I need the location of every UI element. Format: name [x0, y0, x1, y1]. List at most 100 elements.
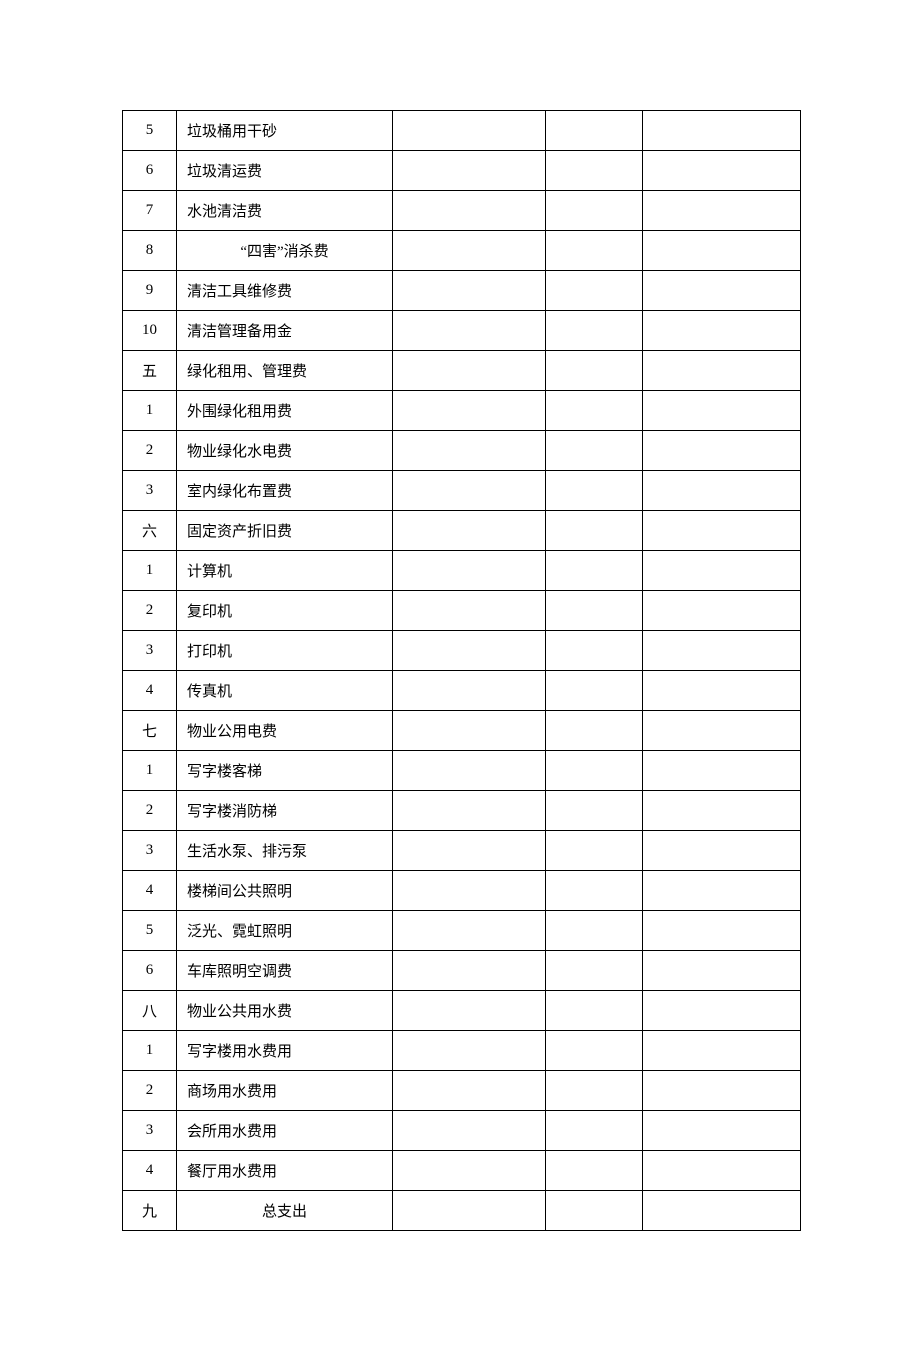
row-value-1 — [393, 751, 546, 791]
row-value-1 — [393, 351, 546, 391]
row-value-1 — [393, 231, 546, 271]
row-item-name: 外围绿化租用费 — [177, 391, 393, 431]
row-value-3 — [643, 151, 801, 191]
row-value-1 — [393, 191, 546, 231]
row-value-1 — [393, 391, 546, 431]
row-item-name: 计算机 — [177, 551, 393, 591]
table-row: 八物业公共用水费 — [123, 991, 801, 1031]
row-number: 2 — [123, 431, 177, 471]
table-row: 六固定资产折旧费 — [123, 511, 801, 551]
row-value-3 — [643, 631, 801, 671]
row-number: 1 — [123, 551, 177, 591]
row-value-2 — [546, 1151, 643, 1191]
row-number: 2 — [123, 591, 177, 631]
row-value-2 — [546, 431, 643, 471]
row-value-1 — [393, 1071, 546, 1111]
row-value-1 — [393, 791, 546, 831]
row-item-name: 复印机 — [177, 591, 393, 631]
table-row: 2物业绿化水电费 — [123, 431, 801, 471]
table-row: 3会所用水费用 — [123, 1111, 801, 1151]
row-value-3 — [643, 1151, 801, 1191]
row-value-2 — [546, 311, 643, 351]
row-value-3 — [643, 511, 801, 551]
row-value-1 — [393, 1191, 546, 1231]
row-value-1 — [393, 671, 546, 711]
row-item-name: 物业公共用水费 — [177, 991, 393, 1031]
row-value-3 — [643, 791, 801, 831]
row-value-2 — [546, 1031, 643, 1071]
row-value-3 — [643, 1071, 801, 1111]
row-item-name: 物业公用电费 — [177, 711, 393, 751]
row-value-3 — [643, 1031, 801, 1071]
row-item-name: 清洁管理备用金 — [177, 311, 393, 351]
row-number: 八 — [123, 991, 177, 1031]
table-row: 5泛光、霓虹照明 — [123, 911, 801, 951]
row-value-2 — [546, 1111, 643, 1151]
row-value-1 — [393, 591, 546, 631]
row-value-2 — [546, 751, 643, 791]
row-item-name: 生活水泵、排污泵 — [177, 831, 393, 871]
row-value-2 — [546, 151, 643, 191]
row-value-2 — [546, 391, 643, 431]
table-row: 10清洁管理备用金 — [123, 311, 801, 351]
row-item-name: 泛光、霓虹照明 — [177, 911, 393, 951]
table-row: 1写字楼用水费用 — [123, 1031, 801, 1071]
row-value-3 — [643, 711, 801, 751]
row-item-name: 传真机 — [177, 671, 393, 711]
row-item-name: 写字楼用水费用 — [177, 1031, 393, 1071]
row-value-3 — [643, 751, 801, 791]
row-value-1 — [393, 311, 546, 351]
row-value-1 — [393, 711, 546, 751]
row-value-1 — [393, 631, 546, 671]
row-item-name: 写字楼客梯 — [177, 751, 393, 791]
row-item-name: 餐厅用水费用 — [177, 1151, 393, 1191]
row-value-2 — [546, 951, 643, 991]
row-value-3 — [643, 391, 801, 431]
row-value-3 — [643, 471, 801, 511]
table-row: 4餐厅用水费用 — [123, 1151, 801, 1191]
row-item-name: 绿化租用、管理费 — [177, 351, 393, 391]
table-row: 1计算机 — [123, 551, 801, 591]
row-value-2 — [546, 871, 643, 911]
row-item-name: 清洁工具维修费 — [177, 271, 393, 311]
table-row: 3打印机 — [123, 631, 801, 671]
row-value-2 — [546, 991, 643, 1031]
row-value-1 — [393, 111, 546, 151]
row-item-name: 室内绿化布置费 — [177, 471, 393, 511]
row-value-3 — [643, 1191, 801, 1231]
row-value-2 — [546, 631, 643, 671]
row-value-1 — [393, 991, 546, 1031]
row-value-3 — [643, 231, 801, 271]
row-number: 4 — [123, 1151, 177, 1191]
row-value-3 — [643, 671, 801, 711]
row-number: 5 — [123, 111, 177, 151]
row-value-3 — [643, 271, 801, 311]
table-row: 8“四害”消杀费 — [123, 231, 801, 271]
row-value-1 — [393, 511, 546, 551]
row-item-name: 垃圾清运费 — [177, 151, 393, 191]
row-value-3 — [643, 351, 801, 391]
row-number: 3 — [123, 1111, 177, 1151]
row-value-2 — [546, 551, 643, 591]
row-number: 五 — [123, 351, 177, 391]
row-number: 九 — [123, 1191, 177, 1231]
row-number: 4 — [123, 671, 177, 711]
row-value-1 — [393, 1151, 546, 1191]
table-row: 1外围绿化租用费 — [123, 391, 801, 431]
row-value-1 — [393, 831, 546, 871]
row-value-3 — [643, 871, 801, 911]
row-item-name: 物业绿化水电费 — [177, 431, 393, 471]
table-row: 九总支出 — [123, 1191, 801, 1231]
row-number: 3 — [123, 471, 177, 511]
row-number: 7 — [123, 191, 177, 231]
table-row: 五绿化租用、管理费 — [123, 351, 801, 391]
row-value-2 — [546, 271, 643, 311]
row-item-name: 打印机 — [177, 631, 393, 671]
row-item-name: 楼梯间公共照明 — [177, 871, 393, 911]
row-number: 8 — [123, 231, 177, 271]
table-row: 6垃圾清运费 — [123, 151, 801, 191]
row-value-2 — [546, 231, 643, 271]
row-value-3 — [643, 431, 801, 471]
table-row: 2商场用水费用 — [123, 1071, 801, 1111]
row-value-3 — [643, 951, 801, 991]
